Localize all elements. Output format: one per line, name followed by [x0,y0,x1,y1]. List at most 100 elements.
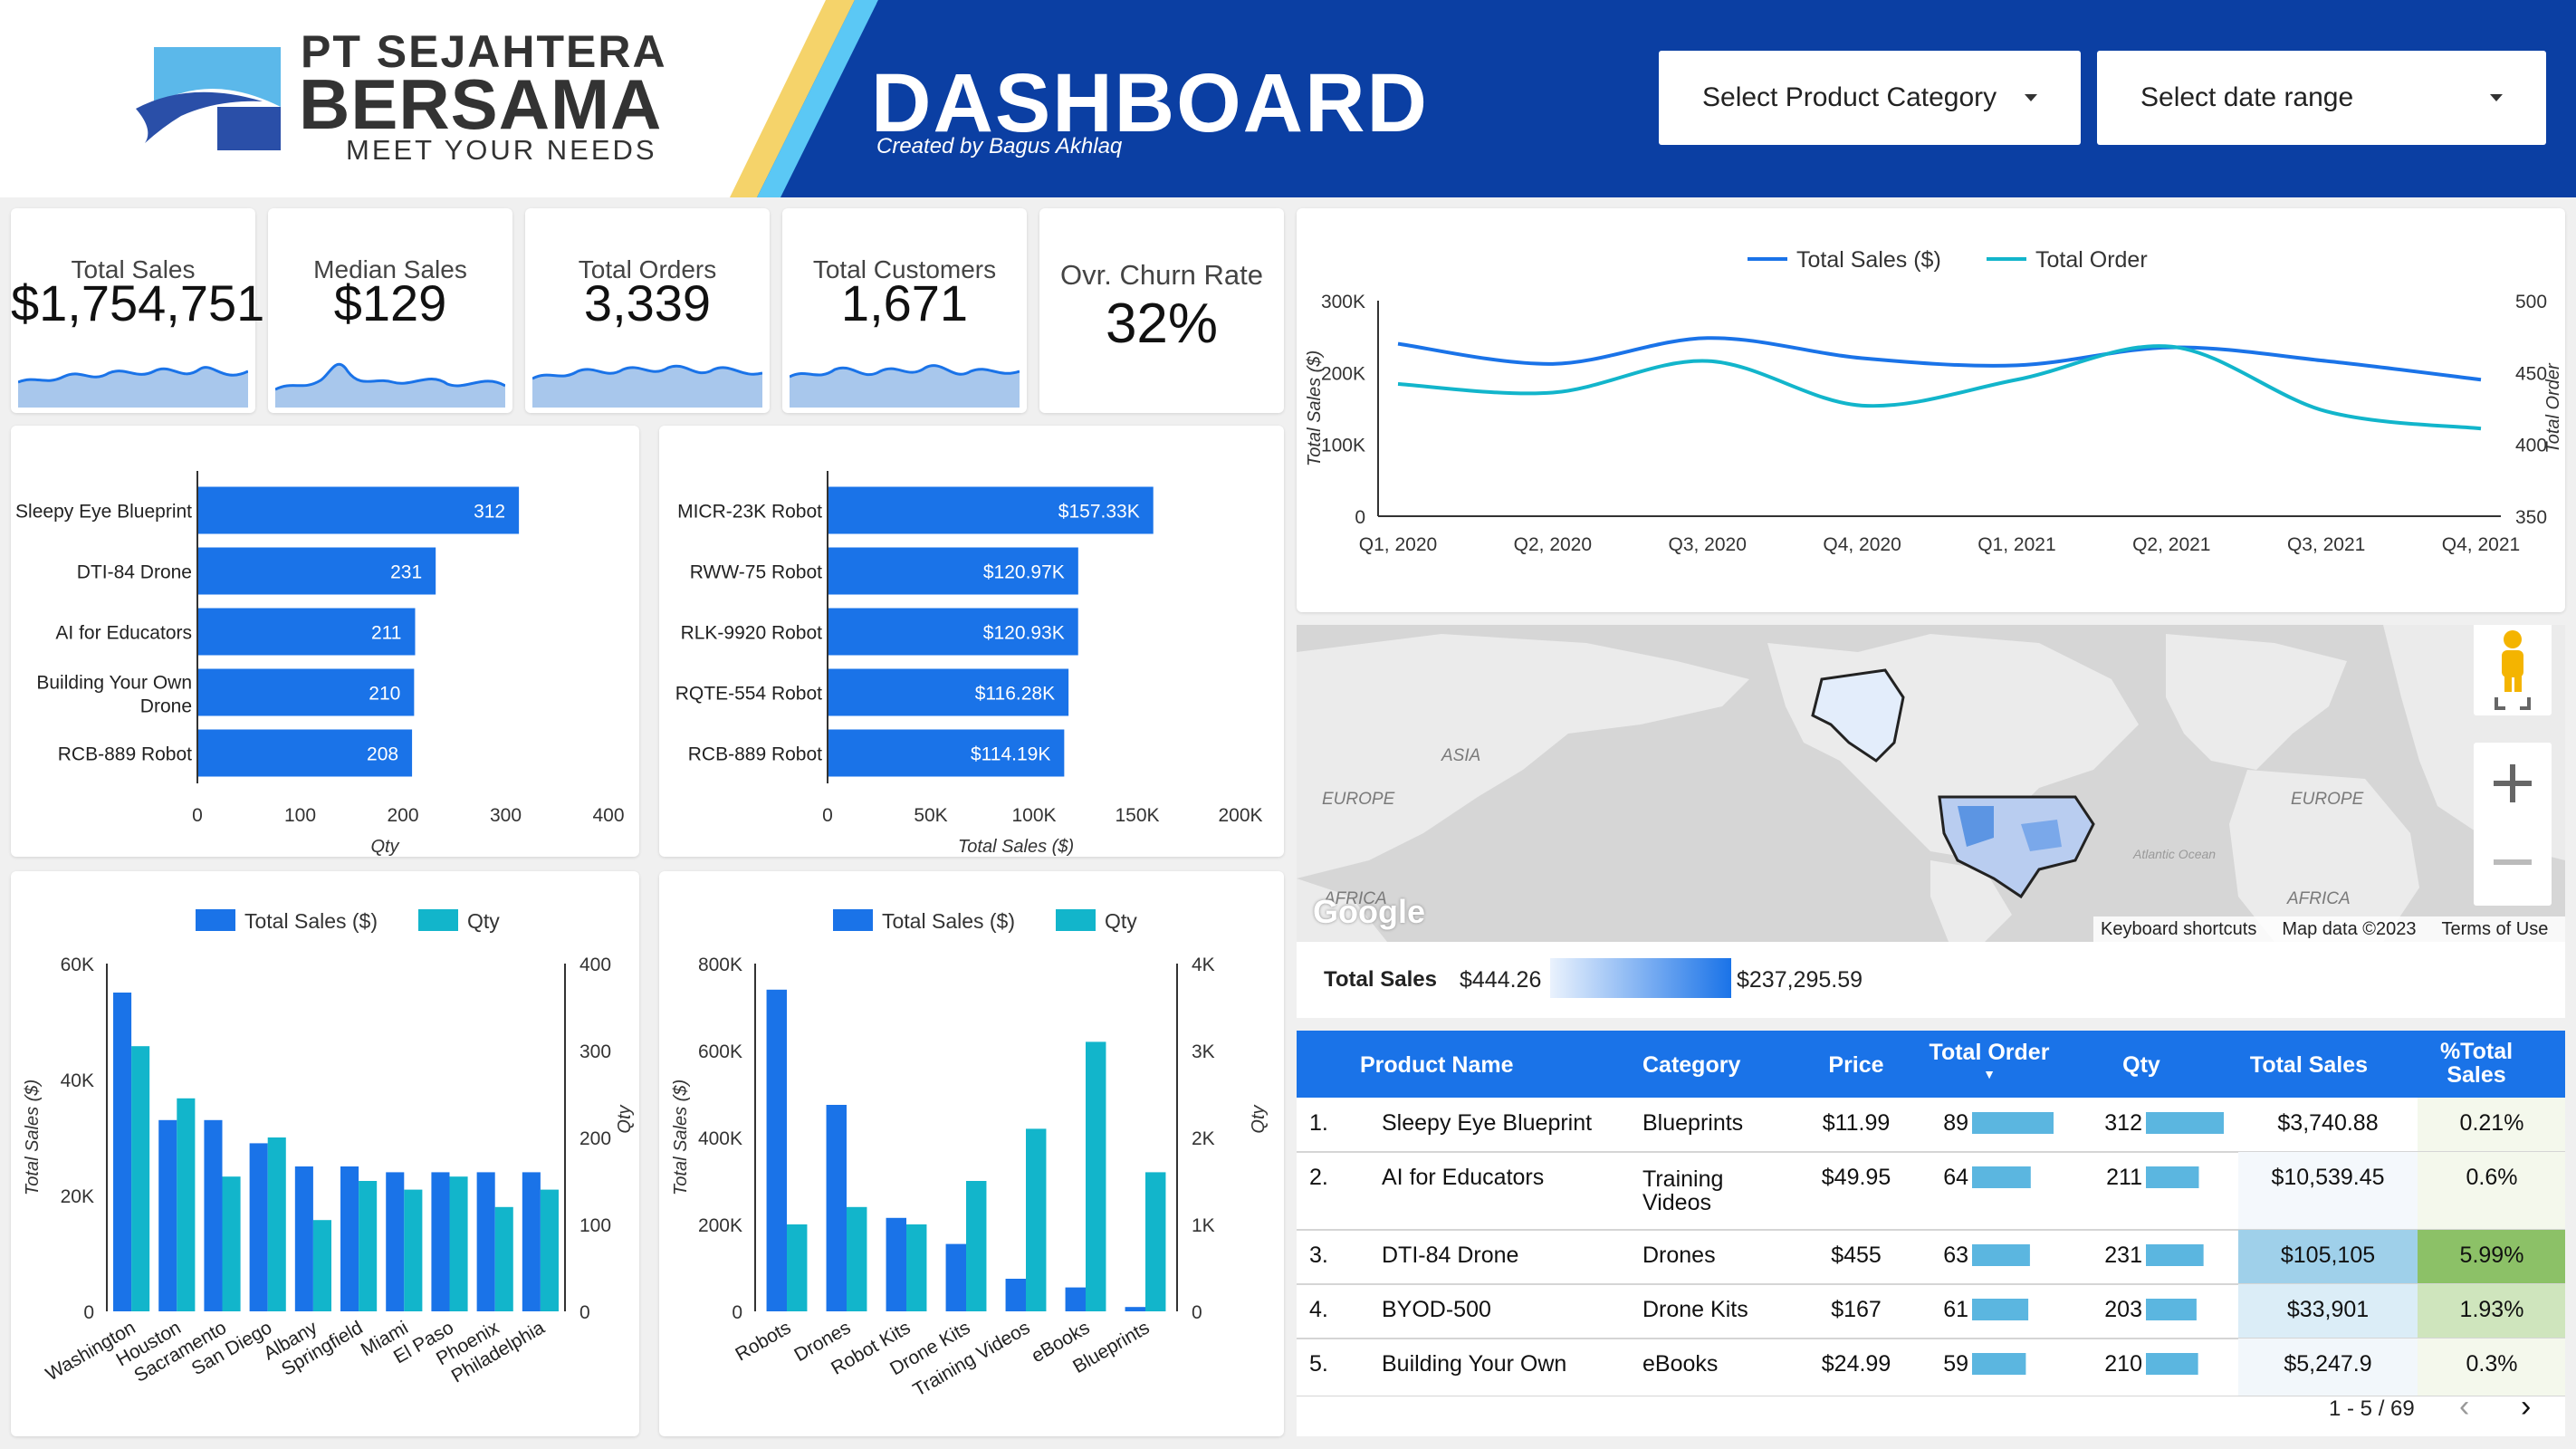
bar-total-sales [766,989,787,1311]
col-header-total-order[interactable]: Total Order ▼ [1912,1040,2066,1082]
x-tick-label: Q2, 2021 [2132,534,2210,555]
x-tick-label: Q1, 2021 [1977,534,2055,555]
col-header-qty[interactable]: Qty [2073,1052,2209,1079]
category-label: RQTE-554 Robot [675,684,822,705]
y2-tick-label: 300 [579,1041,611,1062]
sparkline [275,362,505,408]
y-tick-label: 0 [83,1302,94,1323]
legend-swatch-sales [196,909,235,931]
bar-total-sales [204,1119,223,1311]
bar-total-sales [1125,1307,1145,1311]
y2-tick-label: 100 [579,1215,611,1236]
col-header-total-sales[interactable]: Total Sales [2238,1052,2380,1079]
x-axis-title: Total Sales ($) [958,837,1074,857]
cell-category: Drone Kits [1642,1297,1748,1322]
chevron-down-icon [2490,94,2503,101]
y-axis-title: Total Sales ($) [23,1080,43,1195]
top-products-qty-chart: 312 Sleepy Eye Blueprint 231 DTI-84 Drone 21… [15,471,625,857]
bar-qty [494,1206,513,1311]
category-label: RCB-889 Robot [58,744,192,765]
pagination-label: 1 - 5 / 69 [2329,1396,2415,1421]
qty-bar [2146,1353,2198,1375]
legend-label-orders: Total Order [2035,247,2148,273]
row-number: 5. [1309,1351,1328,1377]
map-data-attribution: Map data ©2023 [2282,918,2417,939]
zoom-in-button[interactable] [2474,743,2552,824]
row-number: 1. [1309,1110,1328,1136]
x-tick-label: 100 [284,805,316,826]
next-page-button[interactable]: › [2521,1389,2531,1425]
bar-total-sales [431,1172,450,1311]
y-tick-label: 100K [1321,436,1365,456]
keyboard-shortcuts-link[interactable]: Keyboard shortcuts [2101,919,2256,940]
x-tick-label: 0 [822,805,833,826]
legend-label-sales: Total Sales ($) [244,909,378,933]
x-tick-label: 0 [192,805,203,826]
bar-qty [1026,1128,1047,1311]
col-header-category[interactable]: Category [1642,1052,1740,1079]
map-label-africa-right: AFRICA [2286,889,2351,908]
y-tick-label: 600K [698,1041,742,1062]
qty-bar [2146,1244,2204,1266]
kpi-value: $129 [333,274,447,331]
category-label: RLK-9920 Robot [681,623,823,644]
bar-total-sales [158,1119,177,1311]
bar-qty [267,1137,286,1311]
bar-value-label: $157.33K [1058,502,1140,523]
sales-orders-line-chart-card: Total Sales ($) Total Order 0 100K 200K 300K 3… [1297,208,2565,612]
cell-qty: 231 [2104,1243,2142,1268]
map-label-europe-right: EUROPE [2291,790,2364,809]
cell-pct-total-sales: 1.93% [2460,1297,2524,1322]
date-range-selector-label: Select date range [2140,82,2354,112]
y2-tick-label: 400 [579,955,611,975]
bar-qty [1145,1172,1166,1311]
cell-pct-total-sales: 0.6% [2466,1165,2518,1190]
col-header-product[interactable]: Product Name [1360,1052,1513,1079]
plus-icon [2494,764,2532,802]
bar-total-sales [476,1172,495,1311]
sales-orders-line-chart: Total Sales ($) Total Order 0 100K 200K 300K 3… [1305,247,2563,555]
qty-bar [2146,1299,2197,1320]
bar-total-sales [1065,1287,1086,1311]
category-label: Building Your Own [36,673,192,694]
bar-value-label: 210 [369,684,400,705]
prev-page-button[interactable]: ‹ [2459,1389,2469,1425]
pct-heat-cell [2418,1152,2565,1230]
order-bar [1972,1353,2026,1375]
zoom-out-button[interactable] [2474,824,2552,906]
sales-map[interactable]: ASIA EUROPE EUROPE AFRICA AFRICA Atlanti… [1297,625,2565,942]
y-tick-label: 20K [61,1186,94,1207]
terms-of-use-link[interactable]: Terms of Use [2442,919,2549,940]
cell-total-order: 63 [1943,1243,1968,1268]
y-axis-title: Total Sales ($) [1305,350,1325,466]
category-label: DTI-84 Drone [77,562,192,583]
product-table: Product Name Category Price Total Order … [1297,1031,2565,1436]
cell-category: Videos [1642,1190,1711,1215]
product-category-selector[interactable]: Select Product Category [1659,51,2081,145]
y2-tick-label: 1K [1192,1215,1215,1236]
y2-tick-label: 3K [1192,1041,1215,1062]
street-view-pegman[interactable] [2474,625,2552,715]
bar-value-label: $116.28K [975,684,1055,705]
x-tick-label: 150K [1115,805,1159,826]
legend-swatch-qty [1056,909,1096,931]
category-label: RWW-75 Robot [690,562,822,583]
category-label: Sleepy Eye Blueprint [15,502,192,523]
cell-price: $455 [1831,1243,1882,1268]
sparkline [790,364,1020,408]
x-tick-label: Q2, 2020 [1514,534,1592,555]
map-label-europe-left: EUROPE [1322,790,1395,809]
top-products-sales-card: $157.33K MICR-23K Robot $120.97K RWW-75 Rob… [659,426,1284,857]
bar-total-sales [294,1166,313,1311]
date-range-selector[interactable]: Select date range [2097,51,2546,145]
col-header-price[interactable]: Price [1811,1052,1901,1079]
cell-pct-total-sales: 5.99% [2460,1243,2524,1268]
bar-total-sales [249,1143,268,1311]
col-header-pct-total-sales[interactable]: %Total Sales [2418,1040,2535,1087]
x-tick-label: Q3, 2020 [1669,534,1747,555]
cell-qty: 211 [2106,1165,2142,1190]
y-tick-label: 800K [698,955,742,975]
x-tick-label: 50K [914,805,947,826]
y2-tick-label: 400 [2515,436,2547,456]
top-products-sales-chart: $157.33K MICR-23K Robot $120.97K RWW-75 Rob… [675,471,1263,857]
